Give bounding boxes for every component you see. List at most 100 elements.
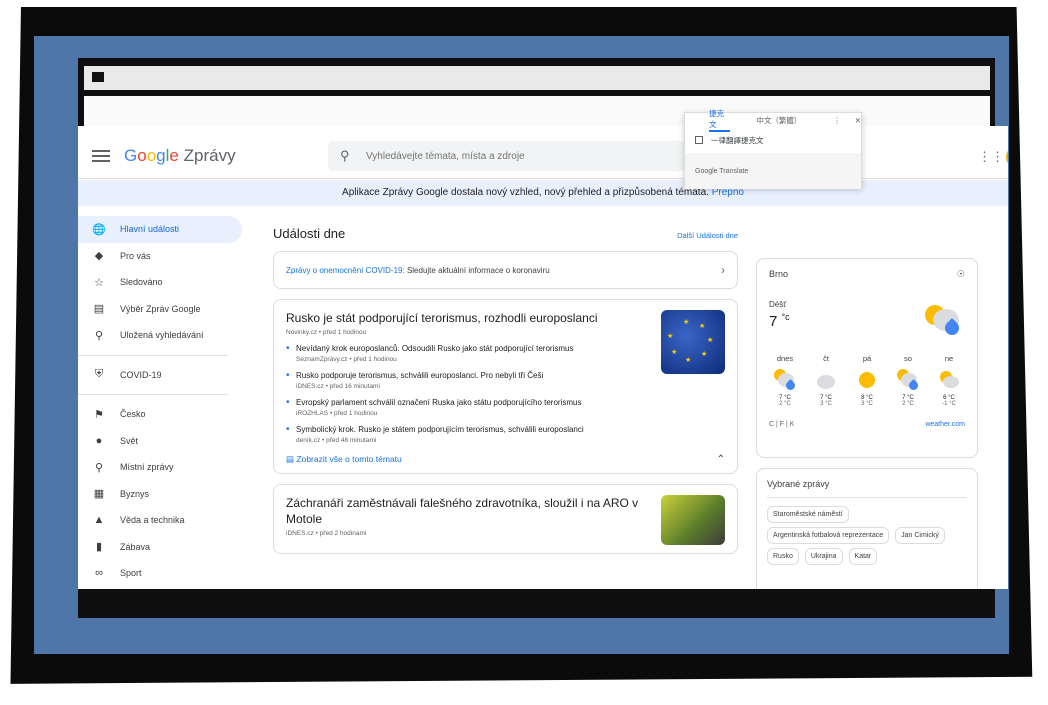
sidebar-item-science[interactable]: ▲ Věda a technika <box>78 507 248 534</box>
story-meta: Novinky.cz • před 1 hodinou <box>286 329 367 336</box>
picks-card: Vybrané zprávy Staroměstské náměstí Arge… <box>756 468 978 589</box>
sidebar-item-entertainment[interactable]: ▮ Zábava <box>78 534 248 561</box>
section-header: Události dne Další Události dne <box>273 226 738 241</box>
sidebar-item-saved-searches[interactable]: ⚲ Uložená vyhledávání <box>78 322 248 349</box>
rain-icon <box>925 303 962 339</box>
topic-chip[interactable]: Argentinská fotbalová reprezentace <box>767 527 890 544</box>
related-story[interactable]: Symbolický krok. Rusko je státem podporu… <box>286 424 725 444</box>
more-vert-icon[interactable]: ⋮ <box>833 116 841 125</box>
cloud-icon <box>815 369 837 391</box>
browser-titlebar <box>84 66 990 90</box>
story-title[interactable]: Záchranáři zaměstnávali falešného zdravo… <box>286 495 656 527</box>
topic-chip[interactable]: Rusko <box>767 548 799 565</box>
forecast-day: dnes 7 °C 2 °C <box>769 354 801 407</box>
coverage-icon: ▤ <box>286 454 297 464</box>
forecast-low: 2 °C <box>779 401 791 407</box>
story-thumbnail[interactable] <box>661 495 725 545</box>
topic-chip[interactable]: Jan Cimický <box>895 527 945 544</box>
sidebar-item-label: Místní zprávy <box>120 462 174 473</box>
sidebar: 🌐 Hlavní události ◆ Pro vás ☆ Sledováno ▤ Vý… <box>78 216 248 587</box>
weather-source-link[interactable]: weather.com <box>925 421 965 428</box>
story-card[interactable]: Záchranáři zaměstnávali falešného zdravo… <box>273 484 738 554</box>
chevron-right-icon: › <box>721 263 725 277</box>
section-title: Události dne <box>273 226 346 241</box>
sidebar-item-label: Česko <box>120 409 146 420</box>
sidebar-item-top-stories[interactable]: 🌐 Hlavní události <box>78 216 242 243</box>
apps-grid-icon[interactable]: ⋮⋮⋮ <box>978 149 1008 165</box>
more-top-stories-link[interactable]: Další Události dne <box>677 231 738 240</box>
sidebar-item-news-showcase[interactable]: ▤ Výběr Zpráv Google <box>78 296 248 323</box>
sidebar-item-label: Věda a technika <box>120 515 185 526</box>
close-icon[interactable]: ✕ <box>855 116 861 125</box>
photo-stage: Google Zprávy ⚲ ⋮⋮⋮ 伊藤 Aplikace Zprávy G… <box>0 0 1048 705</box>
covid-desc: Sledujte aktuální informace o koronaviru <box>404 265 550 275</box>
rain-icon <box>774 369 797 392</box>
story-card[interactable]: Rusko je stát podporující terorismus, ro… <box>273 299 738 474</box>
banner-text: Aplikace Zprávy Google dostala nový vzhl… <box>342 187 709 198</box>
related-story-title[interactable]: Rusko podporuje terorismus, schválili eu… <box>296 371 725 380</box>
forecast-low: 3 °C <box>861 401 873 407</box>
building-icon: ▦ <box>93 488 105 501</box>
related-story[interactable]: Rusko podporuje terorismus, schválili eu… <box>286 370 725 390</box>
tab-czech[interactable]: 捷克文 <box>709 108 731 132</box>
topic-chip[interactable]: Staroměstské náměstí <box>767 506 849 523</box>
partly-cloudy-icon <box>938 369 960 391</box>
show-all-label: Zobrazit vše o tomto tématu <box>296 454 402 464</box>
temp-value: 7 <box>769 313 778 330</box>
related-story-title[interactable]: Symbolický krok. Rusko je státem podporu… <box>296 425 725 434</box>
sidebar-item-sport[interactable]: ∞ Sport <box>78 560 248 587</box>
google-news-app: Google Zprávy ⚲ ⋮⋮⋮ 伊藤 Aplikace Zprávy G… <box>78 126 1008 589</box>
sidebar-item-czechia[interactable]: ⚑ Česko <box>78 401 248 428</box>
sidebar-item-business[interactable]: ▦ Byznys <box>78 481 248 508</box>
forecast-day: so 7 °C 2 °C <box>892 354 924 407</box>
topic-chips: Staroměstské náměstí Argentinská fotbalo… <box>767 506 967 565</box>
option-label: 一律翻譯捷克文 <box>711 135 764 145</box>
related-story[interactable]: Evropský parlament schválil označení Rus… <box>286 397 725 417</box>
flask-icon: ▲ <box>93 514 105 527</box>
tab-chinese[interactable]: 中文（繁體） <box>756 115 801 126</box>
google-wordmark: Google <box>124 146 179 165</box>
weather-card: Brno ☉ Déšť 7 °c dnes 7 °C 2 °C čt 7 °C 3 °C … <box>756 258 978 458</box>
show-all-row[interactable]: ▤ Zobrazit vše o tomto tématu ⌃ <box>286 454 725 465</box>
story-thumbnail[interactable]: ★ ★ ★ ★ ★ ★ ★ <box>661 310 725 374</box>
sidebar-item-covid[interactable]: ⛨ COVID-19 <box>78 362 248 389</box>
sidebar-item-following[interactable]: ☆ Sledováno <box>78 269 248 296</box>
sidebar-item-for-you[interactable]: ◆ Pro vás <box>78 243 248 270</box>
bike-icon: ∞ <box>95 567 103 580</box>
app-header: Google Zprávy ⚲ ⋮⋮⋮ 伊藤 <box>78 134 1008 179</box>
chevron-up-icon[interactable]: ⌃ <box>717 454 725 465</box>
related-story[interactable]: Nevídaný krok europoslanců. Odsoudili Ru… <box>286 343 725 363</box>
forecast-day-name: ne <box>944 354 954 363</box>
story-meta: iDNES.cz • před 2 hodinami <box>286 530 367 537</box>
related-story-meta: iROZHLAS • před 1 hodinou <box>296 410 378 417</box>
product-name: Zprávy <box>183 146 236 165</box>
translate-tabs: 捷克文 中文（繁體） ⋮ ✕ <box>685 109 861 132</box>
checkbox[interactable] <box>695 136 703 144</box>
topic-chip[interactable]: Ukrajina <box>804 548 843 565</box>
covid-card[interactable]: Zprávy o onemocnění COVID-19: Sledujte a… <box>273 251 738 289</box>
sidebar-item-world[interactable]: ● Svět <box>78 428 248 455</box>
search-icon: ⚲ <box>340 148 350 163</box>
story-title[interactable]: Rusko je stát podporující terorismus, ro… <box>286 310 656 326</box>
topic-chip[interactable]: Katar <box>848 548 878 565</box>
sidebar-item-local[interactable]: ⚲ Místní zprávy <box>78 454 248 481</box>
location-icon[interactable]: ☉ <box>957 269 965 280</box>
unit-toggle[interactable]: C | F | K <box>769 421 794 428</box>
diamond-icon: ◆ <box>94 250 104 263</box>
update-banner: Aplikace Zprávy Google dostala nový vzhl… <box>78 180 1008 206</box>
sidebar-item-label: Pro vás <box>120 250 151 261</box>
rain-icon <box>897 369 920 392</box>
sidebar-item-label: Výběr Zpráv Google <box>120 303 201 314</box>
related-story-title[interactable]: Evropský parlament schválil označení Rus… <box>296 398 725 407</box>
menu-icon[interactable] <box>92 150 110 162</box>
related-story-meta: SeznamZprávy.cz • před 1 hodinou <box>296 356 397 363</box>
app-logo[interactable]: Google Zprávy <box>124 146 236 166</box>
sidebar-item-label: Zábava <box>120 541 151 552</box>
related-story-title[interactable]: Nevídaný krok europoslanců. Odsoudili Ru… <box>296 344 725 353</box>
show-all-link[interactable]: ▤ Zobrazit vše o tomto tématu <box>286 454 402 465</box>
sidebar-divider <box>78 354 228 356</box>
sidebar-item-label: Sport <box>120 568 142 579</box>
temp-unit: °c <box>781 312 790 322</box>
forecast-row: dnes 7 °C 2 °C čt 7 °C 3 °C pá 8 °C 3 °C so 7 °… <box>769 354 965 407</box>
covid-link[interactable]: Zprávy o onemocnění COVID-19: <box>286 266 405 275</box>
